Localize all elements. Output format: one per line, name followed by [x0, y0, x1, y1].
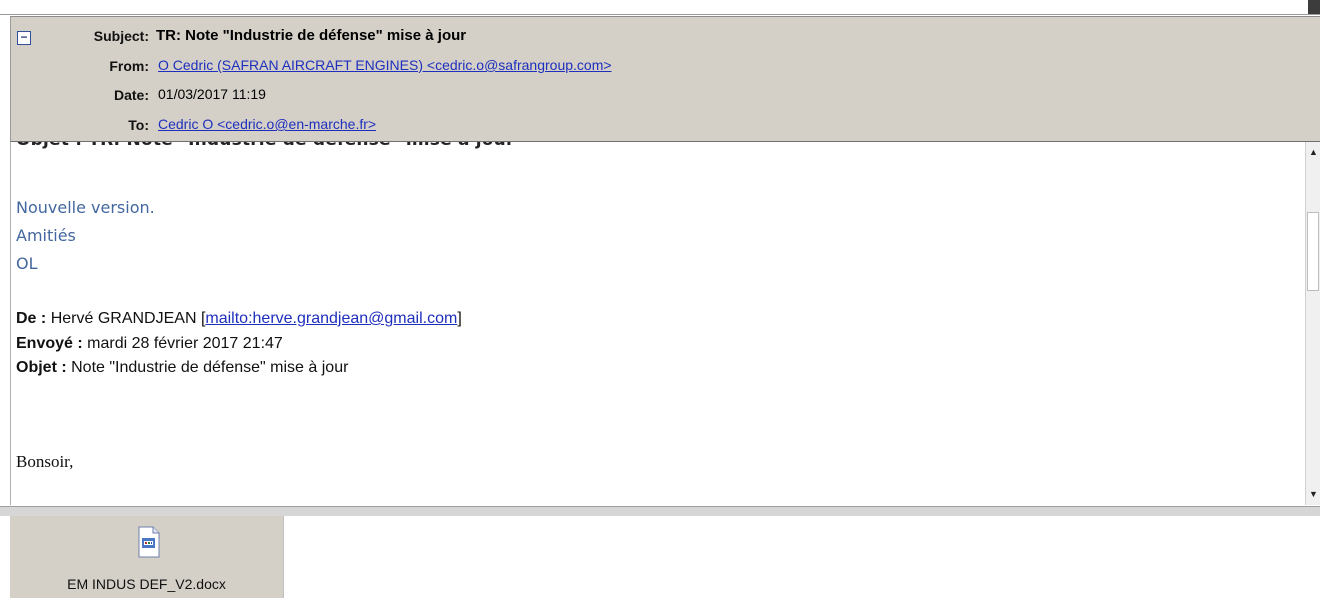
- window-corner: [1308, 0, 1320, 14]
- from-sender-link[interactable]: O Cedric (SAFRAN AIRCRAFT ENGINES) <cedr…: [158, 57, 612, 73]
- objet-label: Objet :: [16, 359, 67, 376]
- date-row: Date:: [31, 86, 149, 106]
- message-body: Objet : TR: Note "Industrie de défense" …: [10, 142, 1307, 505]
- to-label: To:: [128, 117, 149, 133]
- objet-value: Note "Industrie de défense" mise à jour: [71, 359, 349, 376]
- body-line-signature: OL: [16, 254, 38, 273]
- attachment-filename: EM INDUS DEF_V2.docx: [67, 576, 226, 592]
- message-header: − Subject: TR: Note "Industrie de défens…: [10, 16, 1320, 142]
- de-mailto-link[interactable]: mailto:herve.grandjean@gmail.com: [205, 310, 457, 327]
- attachment-separator: [0, 506, 1320, 516]
- de-value: Hervé GRANDJEAN [: [50, 310, 206, 327]
- collapse-header-button[interactable]: −: [17, 31, 31, 45]
- to-recipient-link[interactable]: Cedric O <cedric.o@en-marche.fr>: [158, 116, 376, 132]
- subject-label: Subject:: [93, 28, 149, 44]
- date-label: Date:: [113, 87, 149, 103]
- de-label: De :: [16, 310, 47, 327]
- clipped-objet-line: Objet : TR: Note "Industrie de défense" …: [16, 142, 515, 150]
- subject-row: Subject:: [31, 27, 149, 47]
- body-line-amities: Amitiés: [16, 226, 76, 245]
- forwarded-de-line: De : Hervé GRANDJEAN [mailto:herve.grand…: [16, 310, 462, 328]
- vertical-scrollbar[interactable]: ▲ ▼: [1305, 142, 1320, 505]
- subject-value: TR: Note "Industrie de défense" mise à j…: [156, 27, 467, 44]
- envoye-value: mardi 28 février 2017 21:47: [87, 335, 283, 352]
- docx-file-icon: [138, 526, 160, 558]
- de-bracket: ]: [457, 310, 462, 327]
- scroll-thumb[interactable]: [1307, 212, 1319, 291]
- to-row: To:: [31, 116, 149, 136]
- greeting: Bonsoir,: [16, 452, 74, 471]
- attachment-item[interactable]: EM INDUS DEF_V2.docx: [10, 516, 284, 598]
- scroll-down-arrow-icon[interactable]: ▼: [1307, 487, 1320, 501]
- from-label: From:: [109, 58, 149, 74]
- minus-icon: −: [20, 30, 28, 44]
- body-line-nouvelle: Nouvelle version.: [16, 198, 155, 217]
- from-row: From:: [31, 57, 149, 77]
- date-value: 01/03/2017 11:19: [158, 86, 266, 102]
- forwarded-objet-line: Objet : Note "Industrie de défense" mise…: [16, 359, 348, 377]
- forwarded-envoye-line: Envoyé : mardi 28 février 2017 21:47: [16, 335, 283, 353]
- window-top-edge: [0, 0, 1320, 15]
- envoye-label: Envoyé :: [16, 335, 83, 352]
- scroll-up-arrow-icon[interactable]: ▲: [1307, 145, 1320, 159]
